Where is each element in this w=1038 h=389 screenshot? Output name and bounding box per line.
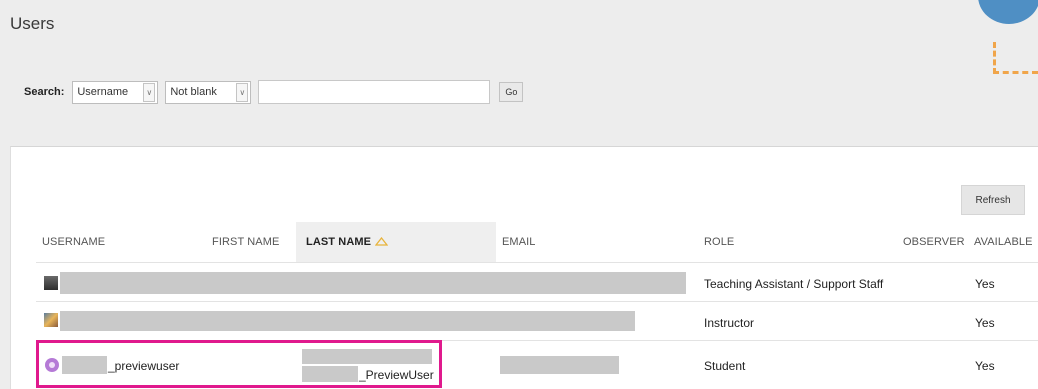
redacted-block (60, 311, 635, 331)
search-condition-value: Not blank (170, 86, 217, 98)
avatar (44, 313, 58, 327)
column-header-first-name[interactable]: FIRST NAME (212, 236, 279, 248)
row-divider (36, 262, 1038, 263)
search-field-select[interactable]: Username ∨ (72, 80, 159, 104)
go-button[interactable]: Go (499, 82, 524, 102)
role-cell: Instructor (704, 316, 755, 330)
redacted-block (500, 356, 619, 374)
column-header-email[interactable]: EMAIL (502, 236, 536, 248)
role-cell: Student (704, 359, 746, 373)
column-header-observer[interactable]: OBSERVER (903, 236, 965, 248)
search-condition-select[interactable]: Not blank ∨ (165, 80, 252, 104)
refresh-button[interactable]: Refresh (961, 185, 1025, 215)
avatar (44, 276, 58, 290)
column-header-role[interactable]: ROLE (704, 236, 734, 248)
search-bar: Search: Username ∨ Not blank ∨ Go (24, 80, 524, 104)
help-bubble-icon[interactable] (978, 0, 1038, 24)
redacted-block (60, 272, 686, 294)
chevron-down-icon[interactable]: ∨ (143, 82, 156, 102)
search-input[interactable] (258, 80, 491, 104)
column-header-available[interactable]: AVAILABLE (974, 236, 1033, 248)
column-header-username[interactable]: USERNAME (42, 236, 105, 248)
available-cell: Yes (975, 277, 995, 291)
triangle-up-icon (374, 236, 389, 249)
row-divider (36, 301, 1038, 302)
preview-user-highlight (36, 340, 442, 388)
column-header-last-name-label: LAST NAME (306, 236, 372, 248)
chevron-down-icon[interactable]: ∨ (236, 82, 249, 102)
column-header-last-name[interactable]: LAST NAME (306, 236, 389, 249)
dashed-guide (993, 42, 1038, 74)
search-field-value: Username (77, 86, 129, 98)
search-label: Search: (24, 86, 65, 98)
role-cell: Teaching Assistant / Support Staff (704, 277, 884, 291)
available-cell: Yes (975, 359, 995, 373)
available-cell: Yes (975, 316, 995, 330)
page-title: Users (10, 14, 55, 33)
